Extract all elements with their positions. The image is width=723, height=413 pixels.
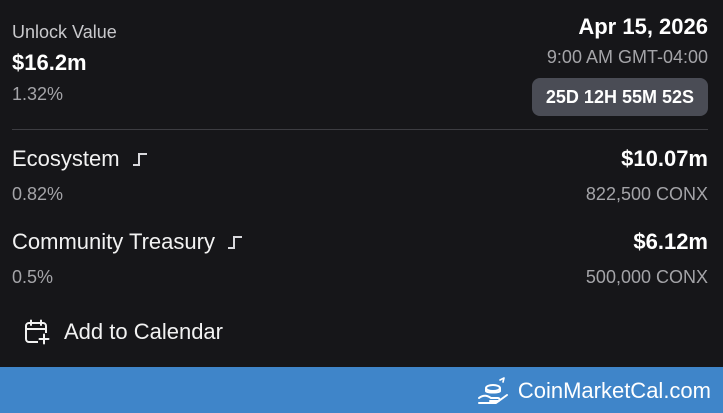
brand-link[interactable]: CoinMarketCal.com bbox=[476, 375, 711, 407]
unlock-header: Unlock Value $16.2m 1.32% Apr 15, 2026 9… bbox=[12, 0, 708, 130]
unlock-time: 9:00 AM GMT-04:00 bbox=[546, 47, 708, 67]
allocation-row: Ecosystem 0.82% $10.07m 822,500 CONX bbox=[12, 146, 708, 210]
allocation-name: Ecosystem bbox=[12, 146, 120, 171]
allocation-tokens: 822,500 CONX bbox=[585, 184, 708, 204]
allocation-percent: 0.82% bbox=[12, 184, 64, 204]
unlock-value-label: Unlock Value bbox=[12, 22, 117, 42]
allocation-row: Community Treasury 0.5% $6.12m 500,000 C… bbox=[12, 229, 708, 293]
footer-banner: CoinMarketCal.com bbox=[0, 367, 723, 413]
calendar-plus-icon bbox=[25, 319, 50, 345]
add-to-calendar-button[interactable]: Add to Calendar bbox=[24, 316, 223, 348]
countdown-badge: 25D 12H 55M 52S bbox=[531, 78, 708, 116]
allocation-name-group: Ecosystem bbox=[12, 146, 148, 172]
brand-name: CoinMarketCal.com bbox=[517, 378, 711, 403]
unlock-value-amount: $16.2m bbox=[12, 50, 87, 75]
allocation-usd: $6.12m bbox=[633, 229, 708, 254]
allocation-tokens: 500,000 CONX bbox=[585, 267, 708, 287]
step-chart-icon bbox=[132, 153, 147, 166]
token-unlock-card: Unlock Value $16.2m 1.32% Apr 15, 2026 9… bbox=[0, 0, 723, 413]
header-divider bbox=[12, 129, 708, 130]
allocation-name-group: Community Treasury bbox=[12, 229, 243, 255]
unlock-date: Apr 15, 2026 bbox=[578, 14, 708, 39]
unlock-value-percent: 1.32% bbox=[12, 84, 64, 104]
step-chart-icon bbox=[227, 236, 242, 249]
allocation-name: Community Treasury bbox=[12, 229, 215, 254]
allocation-percent: 0.5% bbox=[12, 267, 54, 287]
add-to-calendar-label: Add to Calendar bbox=[64, 319, 223, 344]
allocation-usd: $10.07m bbox=[621, 146, 708, 171]
coin-hand-icon bbox=[477, 377, 508, 404]
